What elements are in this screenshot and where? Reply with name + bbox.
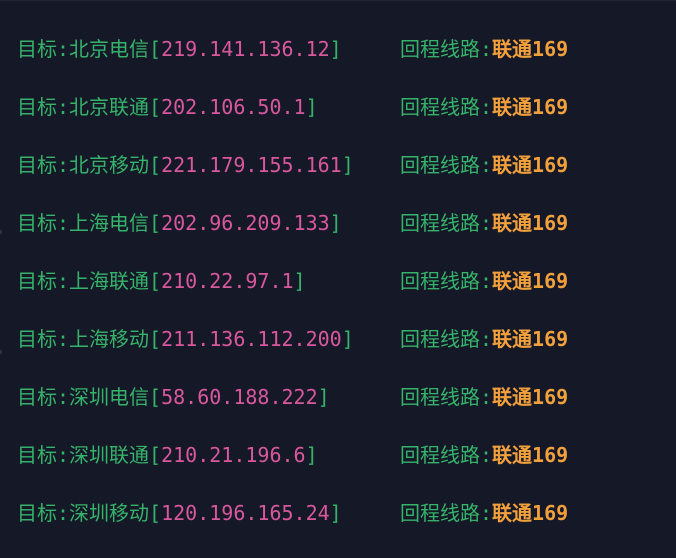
route-value: 联通169 [492, 95, 569, 119]
route-value: 联通169 [492, 153, 569, 177]
route-value: 联通169 [492, 443, 569, 467]
route-label: 回程线路: [400, 211, 493, 235]
ip-close-bracket: ] [305, 95, 318, 119]
route-value: 联通169 [492, 501, 569, 525]
ip-open-bracket: [ [149, 95, 162, 119]
target-info: 目标:上海电信[202.96.209.133] [17, 194, 400, 252]
route-label: 回程线路: [400, 269, 493, 293]
target-ip: 202.96.209.133 [161, 211, 330, 235]
ip-open-bracket: [ [149, 501, 162, 525]
route-label: 回程线路: [400, 95, 493, 119]
target-info: 目标:上海移动[211.136.112.200] [17, 310, 400, 368]
route-result-row: 目标:深圳电信[58.60.188.222] 回程线路:联通169 [17, 368, 676, 426]
return-route-info: 回程线路:联通169 [400, 136, 568, 194]
target-name: 上海联通 [69, 269, 150, 293]
ip-close-bracket: ] [305, 443, 318, 467]
route-results-list: 目标:北京电信[219.141.136.12] 回程线路:联通169 目标:北京… [17, 20, 676, 542]
route-result-row: 目标:北京电信[219.141.136.12] 回程线路:联通169 [17, 20, 676, 78]
return-route-info: 回程线路:联通169 [400, 194, 568, 252]
ip-open-bracket: [ [149, 443, 162, 467]
route-label: 回程线路: [400, 327, 493, 351]
left-edge-mark [0, 350, 2, 354]
left-edge-mark [0, 230, 2, 234]
ip-close-bracket: ] [341, 153, 354, 177]
ip-close-bracket: ] [341, 327, 354, 351]
target-name: 深圳电信 [69, 385, 150, 409]
target-ip: 221.179.155.161 [161, 153, 342, 177]
target-label: 目标: [17, 327, 70, 351]
target-ip: 219.141.136.12 [161, 37, 330, 61]
return-route-info: 回程线路:联通169 [400, 426, 568, 484]
target-name: 北京联通 [69, 95, 150, 119]
ip-open-bracket: [ [149, 385, 162, 409]
target-ip: 210.22.97.1 [161, 269, 294, 293]
ip-open-bracket: [ [149, 37, 162, 61]
ip-open-bracket: [ [149, 269, 162, 293]
terminal-output: 目标:北京电信[219.141.136.12] 回程线路:联通169 目标:北京… [0, 0, 676, 558]
route-result-row: 目标:上海电信[202.96.209.133] 回程线路:联通169 [17, 194, 676, 252]
return-route-info: 回程线路:联通169 [400, 368, 568, 426]
target-info: 目标:北京联通[202.106.50.1] [17, 78, 400, 136]
return-route-info: 回程线路:联通169 [400, 252, 568, 310]
route-result-row: 目标:北京联通[202.106.50.1] 回程线路:联通169 [17, 78, 676, 136]
route-label: 回程线路: [400, 385, 493, 409]
target-label: 目标: [17, 269, 70, 293]
route-result-row: 目标:深圳移动[120.196.165.24] 回程线路:联通169 [17, 484, 676, 542]
target-name: 上海电信 [69, 211, 150, 235]
target-label: 目标: [17, 385, 70, 409]
target-label: 目标: [17, 153, 70, 177]
return-route-info: 回程线路:联通169 [400, 78, 568, 136]
target-info: 目标:深圳电信[58.60.188.222] [17, 368, 400, 426]
target-name: 上海移动 [69, 327, 150, 351]
target-info: 目标:深圳联通[210.21.196.6] [17, 426, 400, 484]
route-value: 联通169 [492, 211, 569, 235]
ip-open-bracket: [ [149, 153, 162, 177]
ip-close-bracket: ] [329, 37, 342, 61]
route-value: 联通169 [492, 269, 569, 293]
ip-close-bracket: ] [329, 501, 342, 525]
target-label: 目标: [17, 443, 70, 467]
target-info: 目标:深圳移动[120.196.165.24] [17, 484, 400, 542]
route-result-row: 目标:深圳联通[210.21.196.6] 回程线路:联通169 [17, 426, 676, 484]
route-label: 回程线路: [400, 501, 493, 525]
route-value: 联通169 [492, 385, 569, 409]
return-route-info: 回程线路:联通169 [400, 484, 568, 542]
ip-close-bracket: ] [317, 385, 330, 409]
target-name: 北京电信 [69, 37, 150, 61]
ip-close-bracket: ] [293, 269, 306, 293]
route-label: 回程线路: [400, 443, 493, 467]
return-route-info: 回程线路:联通169 [400, 310, 568, 368]
route-result-row: 目标:上海联通[210.22.97.1] 回程线路:联通169 [17, 252, 676, 310]
ip-open-bracket: [ [149, 327, 162, 351]
target-name: 北京移动 [69, 153, 150, 177]
target-name: 深圳移动 [69, 501, 150, 525]
return-route-info: 回程线路:联通169 [400, 20, 568, 78]
route-result-row: 目标:北京移动[221.179.155.161] 回程线路:联通169 [17, 136, 676, 194]
target-label: 目标: [17, 37, 70, 61]
target-label: 目标: [17, 95, 70, 119]
target-name: 深圳联通 [69, 443, 150, 467]
target-info: 目标:北京移动[221.179.155.161] [17, 136, 400, 194]
route-value: 联通169 [492, 327, 569, 351]
target-label: 目标: [17, 211, 70, 235]
route-label: 回程线路: [400, 37, 493, 61]
target-ip: 120.196.165.24 [161, 501, 330, 525]
target-ip: 211.136.112.200 [161, 327, 342, 351]
top-divider [0, 0, 676, 1]
target-ip: 210.21.196.6 [161, 443, 306, 467]
target-ip: 58.60.188.222 [161, 385, 318, 409]
route-value: 联通169 [492, 37, 569, 61]
ip-open-bracket: [ [149, 211, 162, 235]
target-label: 目标: [17, 501, 70, 525]
route-label: 回程线路: [400, 153, 493, 177]
target-ip: 202.106.50.1 [161, 95, 306, 119]
route-result-row: 目标:上海移动[211.136.112.200] 回程线路:联通169 [17, 310, 676, 368]
target-info: 目标:上海联通[210.22.97.1] [17, 252, 400, 310]
ip-close-bracket: ] [329, 211, 342, 235]
target-info: 目标:北京电信[219.141.136.12] [17, 20, 400, 78]
